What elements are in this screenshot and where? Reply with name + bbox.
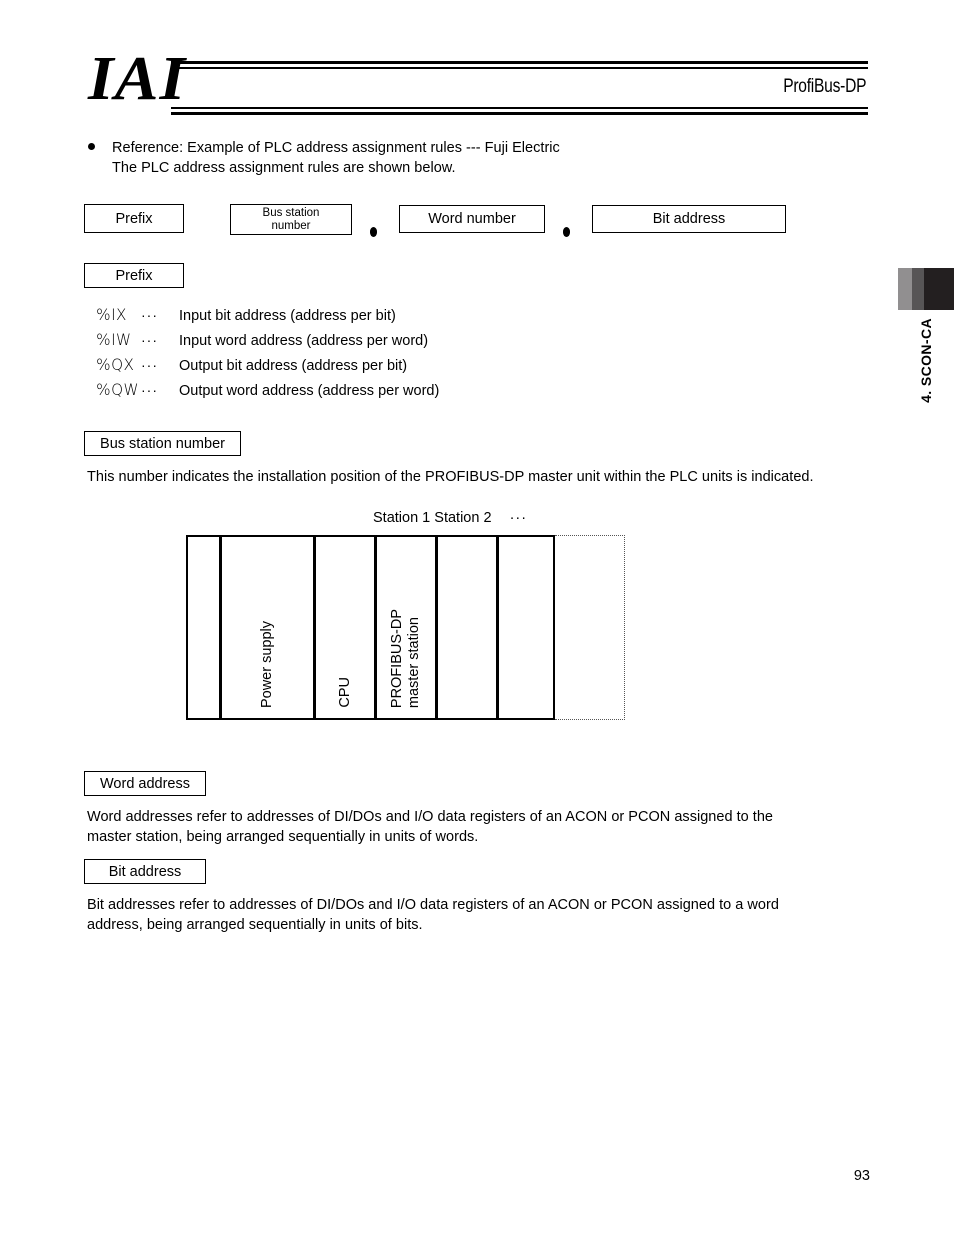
iai-logo: IAI <box>88 45 187 113</box>
format-box-word-number-label: Word number <box>428 211 516 227</box>
header-rule-top-inner <box>171 67 868 69</box>
prefix-legend-row: %QX ··· Output bit address (address per … <box>95 355 439 380</box>
bullet-icon <box>88 143 95 150</box>
prefix-legend-row: %IX ··· Input bit address (address per b… <box>95 305 439 330</box>
prefix-symbol: %IW <box>96 330 132 349</box>
prefix-description: Output word address (address per word) <box>179 383 440 399</box>
header-rule-top-outer <box>171 61 868 64</box>
rack-caption-ellipsis: ··· <box>509 510 528 526</box>
word-address-paragraph-line-1: Word addresses refer to addresses of DI/… <box>87 809 773 825</box>
word-address-paragraph-line-2: master station, being arranged sequentia… <box>87 829 479 845</box>
prefix-symbol: %IX <box>96 305 127 324</box>
rack-slot-label-wrap: PROFIBUS-DP master station <box>377 609 435 708</box>
format-box-word-number: Word number <box>399 205 545 233</box>
format-box-bus-station-line-1: Bus station <box>262 206 320 219</box>
format-box-bus-station-line-2: number <box>271 219 311 232</box>
word-address-paragraph: Word addresses refer to addresses of DI/… <box>87 807 847 847</box>
section-tab-marker <box>898 268 954 310</box>
format-box-bus-station-label: Bus station number <box>263 207 320 233</box>
header-rule-bottom-outer <box>171 112 868 115</box>
format-box-bit-address: Bit address <box>592 205 786 233</box>
rack-caption: Station 1 Station 2 ··· <box>373 510 527 526</box>
section-tab-label: 4. SCON-CA <box>898 318 954 468</box>
prefix-dots: ··· <box>141 307 158 323</box>
prefix-description: Input bit address (address per bit) <box>179 308 396 324</box>
bit-address-paragraph: Bit addresses refer to addresses of DI/D… <box>87 895 847 935</box>
prefix-legend-list: %IX ··· Input bit address (address per b… <box>95 305 439 405</box>
rack-slot-profibus-master-station: PROFIBUS-DP master station <box>375 535 436 720</box>
rack-caption-station-1: Station 1 <box>373 510 431 526</box>
rack-slot-label: CPU <box>336 677 353 708</box>
rack-slot-empty-2 <box>497 535 555 720</box>
rack-slot-label: PROFIBUS-DP master station <box>389 608 422 708</box>
prefix-description: Output bit address (address per bit) <box>179 358 408 374</box>
section-heading-word-address-label: Word address <box>100 775 190 792</box>
tab-band-light <box>898 268 912 310</box>
rack-slot-cpu: CPU <box>314 535 375 720</box>
rack-caption-station-2: Station 2 <box>434 510 492 526</box>
rack-slot-empty-1 <box>436 535 497 720</box>
prefix-symbol: %QX <box>96 355 135 374</box>
section-heading-prefix: Prefix <box>84 263 184 288</box>
rack-slot-label-wrap: Power supply <box>222 621 313 708</box>
rack-slot-power-supply: Power supply <box>220 535 314 720</box>
format-box-bit-address-label: Bit address <box>652 211 726 227</box>
bus-station-paragraph-line: This number indicates the installation p… <box>87 469 814 485</box>
rack-slot-extension-dashed <box>555 535 625 720</box>
section-heading-bit-address-label: Bit address <box>108 863 182 880</box>
header-rule-bottom-inner <box>171 107 868 109</box>
format-box-bus-station-number: Bus station number <box>230 204 352 235</box>
section-heading-bus-station-label: Bus station number <box>100 435 225 452</box>
rack-slot-empty-left <box>186 535 220 720</box>
rack-slot-label: Power supply <box>259 620 275 708</box>
section-heading-bus-station-number: Bus station number <box>84 431 241 456</box>
page-number: 93 <box>853 1168 870 1184</box>
section-tab-text: 4. SCON-CA <box>918 318 934 403</box>
reference-line-2: The PLC address assignment rules are sho… <box>112 160 456 176</box>
prefix-symbol: %QW <box>96 380 140 399</box>
prefix-dots: ··· <box>141 357 158 373</box>
reference-line-1: Reference: Example of PLC address assign… <box>112 140 560 156</box>
tab-band-dark <box>924 268 954 310</box>
document-subtitle: ProfiBus-DP <box>782 76 866 97</box>
bit-address-paragraph-line-2: address, being arranged sequentially in … <box>87 917 423 933</box>
prefix-dots: ··· <box>141 382 158 398</box>
bit-address-paragraph-line-1: Bit addresses refer to addresses of DI/D… <box>87 897 779 913</box>
plc-rack-diagram: Power supply CPU PROFIBUS-DP master stati… <box>186 535 625 720</box>
reference-lines: Reference: Example of PLC address assign… <box>112 138 788 178</box>
format-box-prefix-label: Prefix <box>115 210 153 227</box>
separator-dot-icon-1 <box>370 227 377 237</box>
rack-slot-label-wrap: CPU <box>316 677 374 708</box>
section-heading-bit-address: Bit address <box>84 859 206 884</box>
reference-note: Reference: Example of PLC address assign… <box>88 138 788 178</box>
section-heading-word-address: Word address <box>84 771 206 796</box>
section-heading-prefix-label: Prefix <box>115 267 153 284</box>
tab-band-medium <box>912 268 924 310</box>
bus-station-paragraph: This number indicates the installation p… <box>87 467 887 487</box>
prefix-dots: ··· <box>141 332 158 348</box>
prefix-description: Input word address (address per word) <box>179 333 429 349</box>
format-box-prefix: Prefix <box>84 204 184 233</box>
page-header: IAI ProfiBus-DP <box>0 0 954 125</box>
separator-dot-icon-2 <box>563 227 570 237</box>
prefix-legend-row: %IW ··· Input word address (address per … <box>95 330 439 355</box>
prefix-legend-row: %QW ··· Output word address (address per… <box>95 380 439 405</box>
